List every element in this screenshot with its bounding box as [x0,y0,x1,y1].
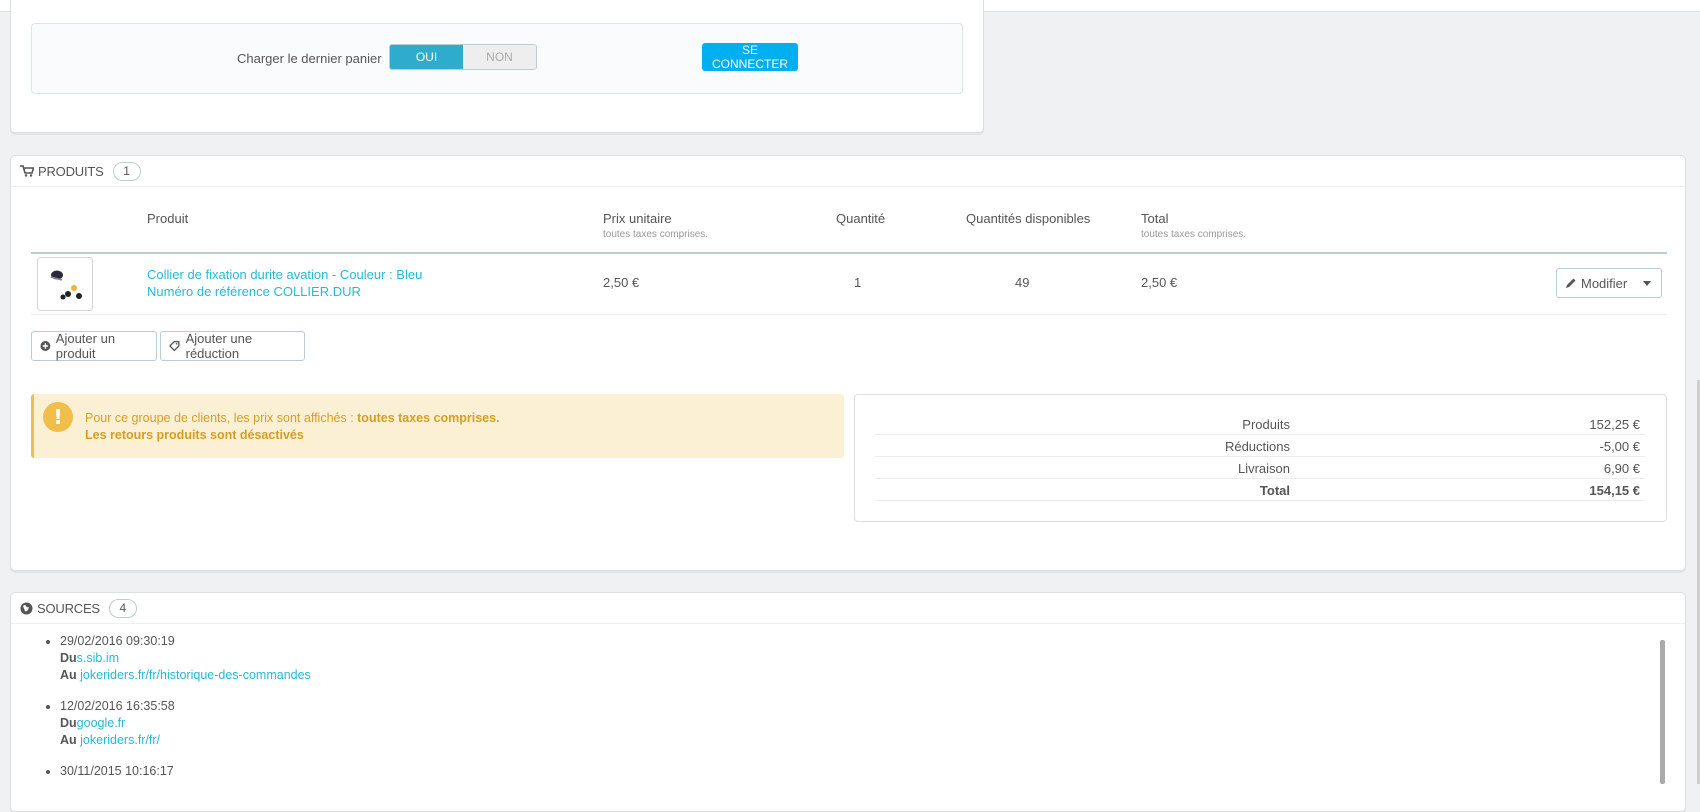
chevron-down-icon[interactable] [1643,281,1651,286]
product-reference[interactable]: Numéro de référence COLLIER.DUR [147,283,422,300]
table-header-divider [31,252,1667,254]
modify-label: Modifier [1581,275,1628,291]
list-item: 12/02/2016 16:35:58 Dugoogle.fr Au joker… [60,698,311,749]
products-panel: PRODUITS 1 Produit Prix unitaire toutes … [10,155,1686,571]
totals-total-label: Total [1259,483,1290,498]
toggle-no[interactable]: NON [463,45,536,69]
products-count-badge: 1 [112,161,141,181]
product-name-link[interactable]: Collier de fixation durite avation - Cou… [147,266,422,283]
sources-scrollbar[interactable] [1660,640,1665,784]
totals-total-value: 154,15 € [1589,483,1640,498]
products-panel-header: PRODUITS 1 [11,156,1685,187]
totals-row-products: Produits 152,25 € [875,413,1645,435]
col-available: Quantités disponibles [966,211,1091,226]
source-to-label: Au [60,733,77,747]
list-item: 29/02/2016 09:30:19 Dus.sib.im Au jokeri… [60,633,311,684]
add-product-label: Ajouter un produit [55,331,116,361]
col-quantity: Quantité [836,211,886,226]
totals-row-shipping: Livraison 6,90 € [875,457,1645,479]
source-date: 29/02/2016 09:30:19 [60,634,175,648]
totals-row-total: Total 154,15 € [875,479,1645,501]
source-from-link[interactable]: google.fr [77,716,126,730]
col-unit-price: Prix unitaire [603,211,672,226]
product-thumbnail[interactable] [37,257,93,311]
source-to-link[interactable]: jokeriders.fr/fr/ [80,733,160,747]
list-item: 30/11/2015 10:16:17 [60,763,311,780]
alert-line1-prefix: Pour ce groupe de clients, les prix sont… [85,411,358,425]
product-quantity: 1 [854,275,862,290]
col-total: Total [1141,211,1169,226]
source-date: 30/11/2015 10:16:17 [60,764,174,778]
order-totals: Produits 152,25 € Réductions -5,00 € Liv… [854,394,1667,522]
load-cart-toggle[interactable]: OUI NON [389,44,537,70]
col-unit-price-sub: toutes taxes comprises. [603,229,709,240]
col-product: Produit [147,211,189,226]
alert-line2: Les retours produits sont désactivés [85,428,304,442]
product-image [50,270,82,300]
totals-products-label: Produits [1242,417,1290,432]
load-cart-label: Charger le dernier panier [237,51,382,66]
sources-count-badge: 4 [108,598,137,618]
totals-shipping-value: 6,90 € [1603,461,1640,476]
add-discount-button[interactable]: Ajouter une réduction [160,331,305,361]
load-cart-well: Charger le dernier panier OUI NON SE CON… [31,23,963,94]
connect-button[interactable]: SE CONNECTER [702,43,798,71]
source-to-label: Au [60,668,77,682]
col-total-sub: toutes taxes comprises. [1141,229,1247,240]
source-to-link[interactable]: jokeriders.fr/fr/historique-des-commande… [80,668,311,682]
totals-products-value: 152,25 € [1589,417,1640,432]
product-available: 49 [1015,275,1030,290]
add-discount-label: Ajouter une réduction [185,331,253,361]
sources-panel-header: SOURCES 4 [11,593,1685,624]
alert-text: Pour ce groupe de clients, les prix sont… [85,410,500,444]
tags-icon [169,340,180,352]
add-product-button[interactable]: Ajouter un produit [31,331,157,361]
sources-title: SOURCES [37,600,100,616]
totals-row-discounts: Réductions -5,00 € [875,435,1645,457]
totals-shipping-label: Livraison [1237,461,1290,476]
alert-line1-bold: toutes taxes comprises. [357,411,500,425]
table-row-divider [31,314,1667,315]
product-name-cell: Collier de fixation durite avation - Cou… [147,266,422,300]
plus-circle-icon [40,341,51,351]
tax-info-alert: ! Pour ce groupe de clients, les prix so… [31,394,844,458]
source-date: 12/02/2016 16:35:58 [60,699,175,713]
source-from-link[interactable]: s.sib.im [77,651,119,665]
totals-discounts-label: Réductions [1224,439,1290,454]
source-from-label: Du [60,651,77,665]
product-unit-price: 2,50 € [603,275,640,290]
globe-icon [20,602,33,614]
pencil-icon [1566,278,1576,288]
totals-discounts-value: -5,00 € [1599,439,1640,454]
sources-list: 29/02/2016 09:30:19 Dus.sib.im Au jokeri… [44,633,311,794]
modify-button[interactable]: Modifier [1556,268,1662,298]
cart-icon [20,165,34,177]
products-title: PRODUITS [38,163,104,179]
customer-panel: Charger le dernier panier OUI NON SE CON… [10,0,984,133]
sources-panel: SOURCES 4 29/02/2016 09:30:19 Dus.sib.im… [10,592,1686,812]
warning-icon: ! [43,402,73,432]
toggle-yes[interactable]: OUI [390,45,463,69]
source-from-label: Du [60,716,77,730]
product-total: 2,50 € [1141,275,1178,290]
